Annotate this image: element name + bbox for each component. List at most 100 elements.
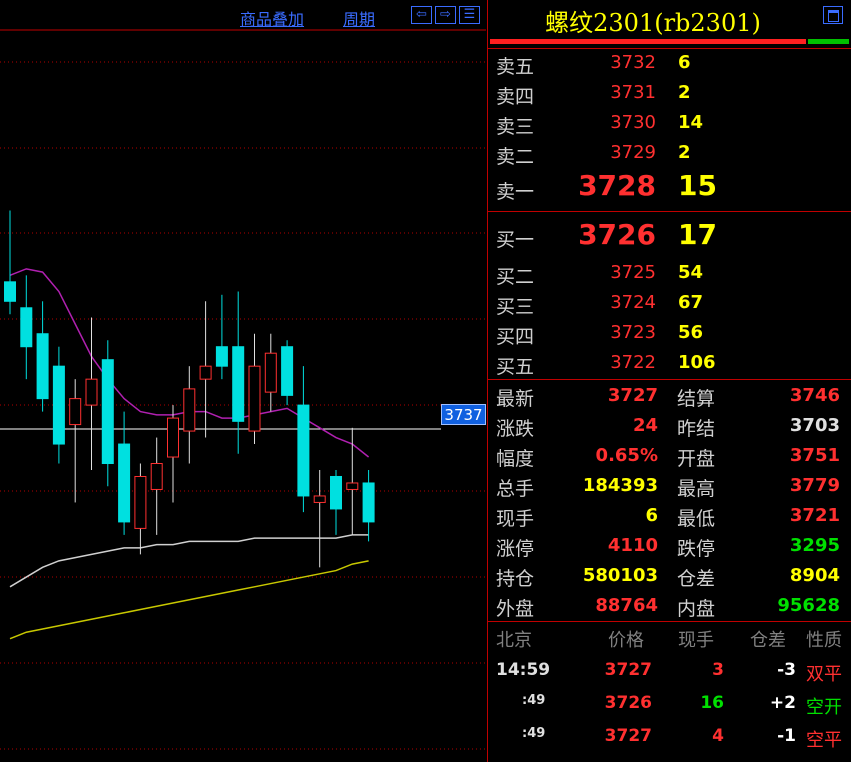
ma-line-white [9,534,369,588]
candle-body [330,475,342,510]
stat-value: 6 [645,505,658,526]
divider [488,621,851,622]
stat-label: 持仓 [496,568,535,590]
maximize-icon[interactable] [823,6,843,24]
bid-price: 3725 [610,262,656,283]
candle-body [313,495,326,503]
bid-ask-ratio-bar [490,39,849,44]
stat-label: 涨跌 [496,418,535,440]
stat-label: 昨结 [677,418,716,440]
stats-row: 最新 3727 结算 3746 [488,383,851,413]
ask-price: 3730 [610,112,656,133]
ask-level-5: 卖五 3732 6 [488,50,851,80]
bid-volume: 67 [678,292,704,313]
stat-value: 88764 [595,595,658,616]
arrow-right-icon[interactable]: ⇨ [435,6,456,24]
stat-label: 总手 [496,478,535,500]
candle-body [52,365,65,445]
bid-label: 买二 [496,266,535,288]
bid-volume: 56 [678,322,704,343]
stat-label: 现手 [496,508,535,530]
stat-value: 3703 [789,415,840,436]
candle-body [232,346,245,422]
kline-chart[interactable] [0,0,486,762]
ask-price: 3729 [610,142,656,163]
stats-row: 涨跌 24 昨结 3703 [488,413,851,443]
stat-value: 580103 [582,565,658,586]
ask-volume: 15 [678,169,717,202]
bid-price: 3726 [578,218,656,251]
tick-nature: 空平 [806,730,842,751]
stat-label: 涨停 [496,538,535,560]
stat-value: 184393 [582,475,658,496]
ask-level-2: 卖二 3729 2 [488,140,851,170]
tick-header-cell: 价格 [608,630,644,651]
ask-level-3: 卖三 3730 14 [488,110,851,140]
candle-body [362,482,375,523]
tick-row[interactable]: :49 3726 16 +2 空开 [488,692,851,722]
candle-body [346,482,359,490]
bid-level-5: 买五 3722 106 [488,350,851,380]
divider [488,211,851,212]
stat-value: 24 [632,415,658,436]
stat-label: 外盘 [496,598,535,620]
stat-value: 3746 [789,385,840,406]
arrow-left-icon[interactable]: ⇦ [411,6,432,24]
stat-label: 最新 [496,388,535,410]
ask-price: 3732 [610,52,656,73]
tick-oi-change: -1 [777,726,796,746]
stat-value: 0.65% [595,445,658,466]
stat-value: 3295 [789,535,840,556]
stats-row: 涨停 4110 跌停 3295 [488,533,851,563]
bid-volume: 54 [678,262,704,283]
chart-toolbar: 商品叠加 周期 ⇦ ⇨ ☰ [0,0,486,30]
bid-label: 买五 [496,356,535,378]
kline-chart-pane[interactable]: 商品叠加 周期 ⇦ ⇨ ☰ 3737 [0,0,486,762]
divider [488,379,851,380]
ask-volume: 6 [678,52,691,73]
stat-value: 3727 [607,385,658,406]
stats-row: 持仓 580103 仓差 8904 [488,563,851,593]
ask-price: 3728 [578,169,656,202]
candle-body [297,404,310,497]
bid-label: 买四 [496,326,535,348]
candle-body [281,346,294,396]
candle-body [69,398,82,426]
tick-price: 3727 [604,726,652,746]
bid-level-3: 买三 3724 67 [488,290,851,320]
period-button[interactable]: 周期 [343,6,375,30]
candle-body [183,388,196,432]
contract-title: 螺纹2301(rb2301) [545,9,761,37]
ask-label: 卖二 [496,146,535,168]
tick-volume: 4 [712,726,724,746]
ma-line-yellow [9,560,369,640]
tick-time: 14:59 [496,660,551,680]
tick-row[interactable]: 14:59 3727 3 -3 双平 [488,659,851,689]
candle-body [36,333,49,400]
bid-label: 买一 [496,229,535,251]
tick-header-cell: 性质 [806,630,842,651]
ask-label: 卖五 [496,56,535,78]
tick-time: :49 [522,726,546,741]
ask-volume: 14 [678,112,704,133]
overlay-button[interactable]: 商品叠加 [240,6,304,30]
candle-body [215,346,228,367]
stat-label: 内盘 [677,598,716,620]
stat-value: 3721 [789,505,840,526]
bid-price: 3722 [610,352,656,373]
layout-icon[interactable]: ☰ [459,6,480,24]
ask-volume: 2 [678,82,691,103]
tick-oi-change: -3 [777,660,796,680]
stat-value: 4110 [607,535,658,556]
tick-row[interactable]: :49 3727 4 -1 空平 [488,725,851,755]
bid-volume: 17 [678,218,717,251]
tick-header: 北京 价格 现手 仓差 性质 [488,625,851,653]
bid-price: 3723 [610,322,656,343]
bid-label: 买三 [496,296,535,318]
candle-body [85,378,98,406]
candle-body [199,365,212,380]
stat-value: 95628 [777,595,840,616]
ask-label: 卖一 [496,181,535,203]
candle-body [248,365,261,432]
tick-header-cell: 仓差 [750,630,786,651]
